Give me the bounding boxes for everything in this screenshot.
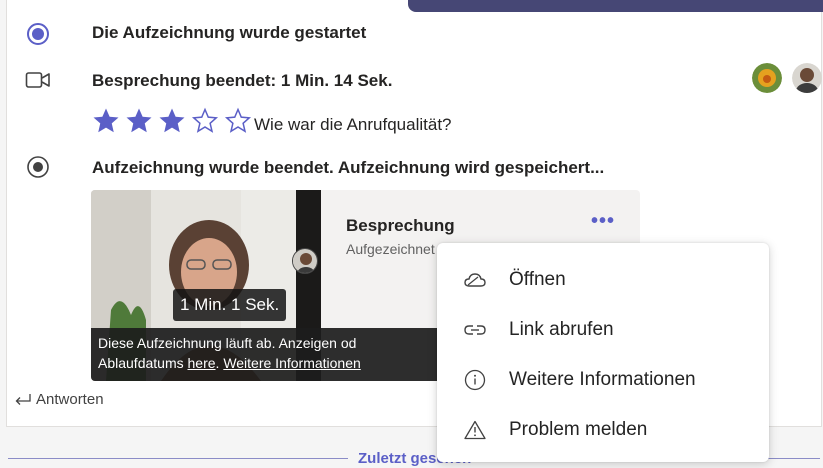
record-stop-icon: [24, 153, 52, 181]
rating-question: Wie war die Anrufqualität?: [254, 115, 452, 134]
info-icon: [463, 368, 487, 392]
star-filled-icon[interactable]: [90, 106, 123, 138]
menu-item-label: Öffnen: [509, 269, 566, 290]
more-info-link[interactable]: Weitere Informationen: [223, 355, 360, 371]
recording-title: Besprechung: [346, 216, 455, 235]
star-filled-icon[interactable]: [123, 106, 156, 138]
menu-item-more-info[interactable]: Weitere Informationen: [437, 355, 769, 405]
record-start-icon: [24, 20, 52, 48]
here-link[interactable]: here: [188, 355, 216, 371]
menu-item-label: Problem melden: [509, 419, 648, 440]
video-camera-icon: [24, 66, 52, 94]
event-recording-started: [24, 20, 52, 48]
more-options-button[interactable]: •••: [591, 210, 615, 233]
star-empty-icon[interactable]: [222, 106, 255, 138]
avatar: [292, 248, 318, 274]
expiration-prefix: Ablaufdatums: [98, 355, 188, 371]
avatar[interactable]: [752, 63, 782, 93]
cloud-icon: [463, 268, 487, 292]
event-recording-ended: [24, 153, 52, 181]
link-icon: [463, 318, 487, 342]
menu-item-open[interactable]: Öffnen: [437, 255, 769, 305]
warning-icon: [463, 418, 487, 442]
context-menu: Öffnen Link abrufen Weitere Informatione…: [437, 243, 769, 462]
reply-label: Antworten: [36, 391, 104, 408]
recording-subtitle: Aufgezeichnet: [346, 241, 435, 257]
event-recording-ended-text: Aufzeichnung wurde beendet. Aufzeichnung…: [92, 158, 605, 177]
recording-duration: 1 Min. 1 Sek.: [173, 289, 287, 321]
reply-button[interactable]: Antworten: [14, 391, 104, 408]
header-accent-bar: [408, 0, 823, 12]
menu-item-label: Link abrufen: [509, 319, 614, 340]
event-meeting-ended-text: Besprechung beendet: 1 Min. 14 Sek.: [92, 71, 393, 90]
reply-arrow-icon: [14, 393, 32, 407]
menu-item-report-problem[interactable]: Problem melden: [437, 405, 769, 455]
star-empty-icon[interactable]: [189, 106, 222, 138]
call-quality-rating[interactable]: [90, 106, 255, 138]
menu-item-get-link[interactable]: Link abrufen: [437, 305, 769, 355]
participant-avatars: [752, 63, 823, 93]
event-meeting-ended: [24, 66, 52, 94]
star-filled-icon[interactable]: [156, 106, 189, 138]
divider-left: [8, 458, 348, 459]
event-recording-started-text: Die Aufzeichnung wurde gestartet: [92, 23, 367, 42]
avatar[interactable]: [792, 63, 822, 93]
menu-item-label: Weitere Informationen: [509, 369, 696, 390]
